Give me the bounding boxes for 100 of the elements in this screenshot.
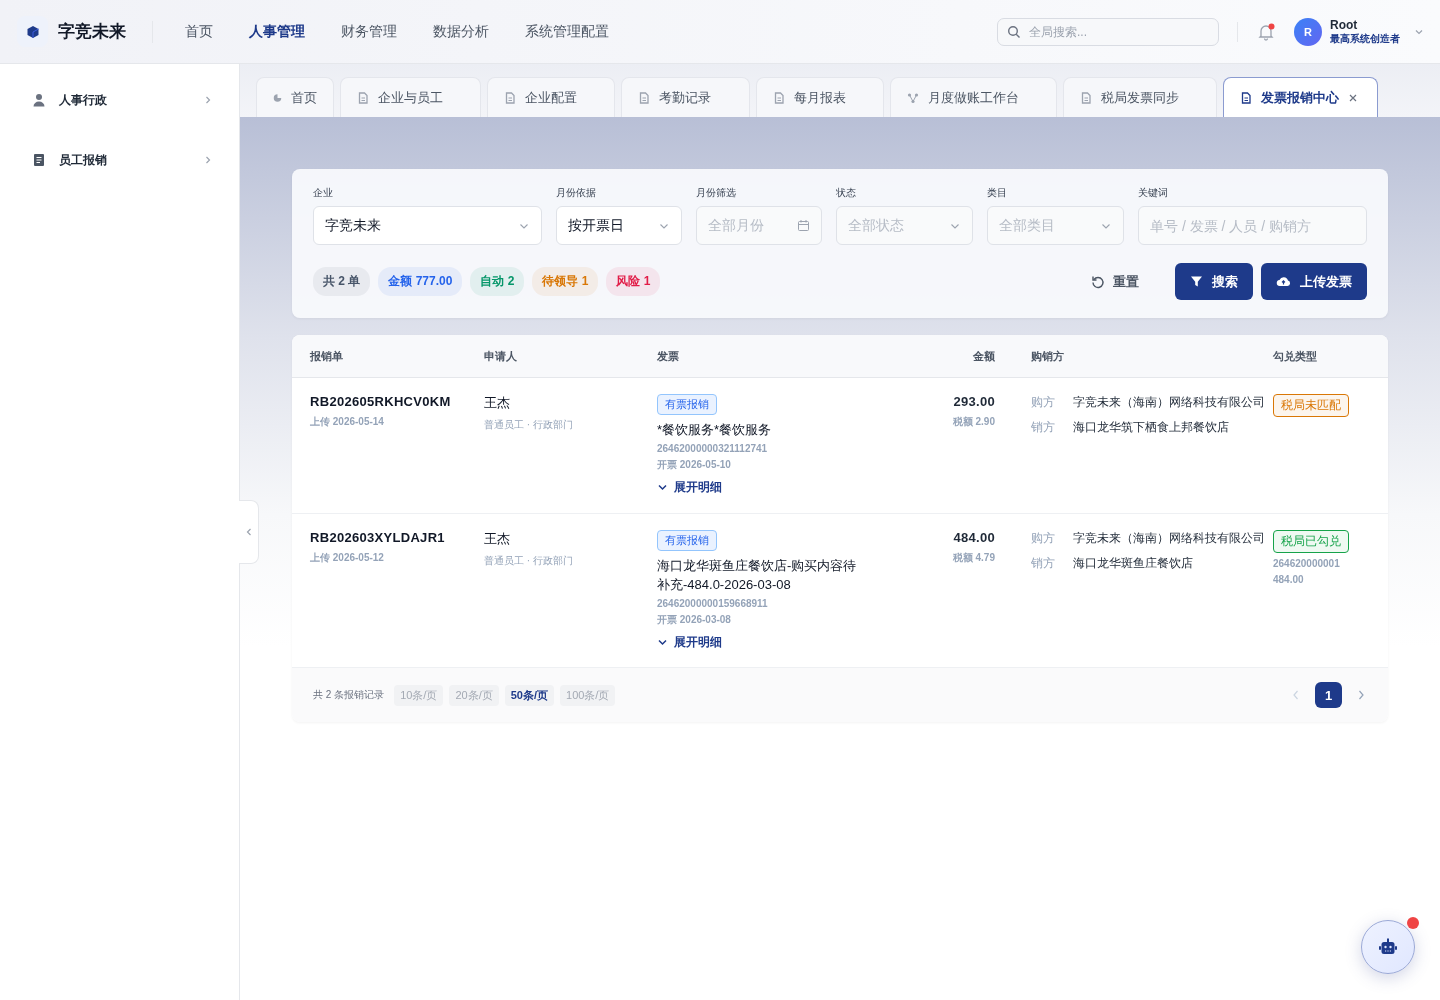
nav-link[interactable]: 财务管理	[323, 22, 415, 41]
invoice-type-tag: 有票报销	[657, 394, 717, 415]
claim-number: RB202603XYLDAJR1	[310, 530, 445, 545]
column-header: 购销方	[1031, 348, 1065, 364]
expand-details-link[interactable]: 展开明细	[657, 479, 722, 496]
tab[interactable]: 企业配置	[487, 77, 615, 117]
party-label: 销方	[1031, 555, 1055, 572]
applicant-role: 普通员工 · 行政部门	[484, 418, 573, 432]
tax-amount: 税额 4.79	[952, 551, 995, 565]
search-button[interactable]: 搜索	[1175, 263, 1253, 300]
upload-date: 上传 2026-05-12	[310, 551, 384, 565]
applicant-name: 王杰	[484, 530, 510, 548]
issue-date: 开票 2026-05-10	[657, 458, 731, 472]
keyword-field[interactable]: 单号 / 发票 / 人员 / 购销方	[1138, 206, 1367, 245]
amount: 484.00	[953, 530, 995, 545]
select-field[interactable]: 按开票日	[556, 206, 682, 245]
match-detail: 264620000001	[1273, 558, 1340, 569]
sidebar-item[interactable]: 员工报销	[0, 142, 239, 178]
match-status-tag: 税局已勾兑	[1273, 530, 1349, 553]
column-header: 发票	[657, 348, 680, 364]
document-icon	[357, 91, 369, 104]
document-icon	[32, 153, 46, 167]
tab[interactable]: 税局发票同步	[1063, 77, 1217, 117]
chevron-left-icon	[244, 527, 253, 537]
nav-link[interactable]: 系统管理配置	[507, 22, 627, 41]
reset-icon	[1091, 274, 1105, 289]
filter-label: 关键词	[1138, 186, 1169, 200]
invoice-number: 26462000000321112741	[657, 443, 768, 454]
filter-label: 月份筛选	[696, 186, 737, 200]
nav-link[interactable]: 首页	[167, 22, 231, 41]
stat-chip: 风险 1	[606, 267, 661, 296]
claim-number: RB202605RKHCV0KM	[310, 394, 451, 409]
collapse-handle[interactable]	[239, 500, 259, 564]
match-detail: 484.00	[1273, 574, 1304, 585]
person-icon	[32, 93, 46, 107]
close-icon[interactable]	[1348, 92, 1358, 103]
filter-label: 月份依据	[556, 186, 597, 200]
column-header: 申请人	[484, 348, 518, 364]
nav-link[interactable]: 人事管理	[231, 22, 323, 41]
filter-label: 状态	[836, 186, 857, 200]
pie-chart-icon	[273, 91, 282, 104]
issue-date: 开票 2026-03-08	[657, 613, 731, 627]
stat-chip: 共 2 单	[313, 267, 371, 296]
stat-chip: 金额 777.00	[378, 267, 463, 296]
document-icon	[1240, 91, 1252, 104]
tab[interactable]: 考勤记录	[621, 77, 750, 117]
party-label: 购方	[1031, 394, 1055, 411]
tab[interactable]: 企业与员工	[340, 77, 481, 117]
party-label: 销方	[1031, 419, 1055, 436]
upload-button[interactable]: 上传发票	[1261, 263, 1367, 300]
cloud-upload-icon	[1276, 275, 1291, 288]
page-button[interactable]: 1	[1315, 682, 1342, 708]
amount: 293.00	[953, 394, 995, 409]
tab[interactable]: 发票报销中心	[1223, 77, 1378, 117]
upload-date: 上传 2026-05-14	[310, 415, 384, 429]
tab[interactable]: 每月报表	[756, 77, 884, 117]
document-icon	[1080, 91, 1092, 104]
tax-amount: 税额 2.90	[952, 415, 995, 429]
stat-chip: 自动 2	[470, 267, 525, 296]
chevron-down-icon	[657, 637, 668, 648]
reset-button[interactable]: 重置	[1085, 271, 1145, 292]
tab[interactable]: 月度做账工作台	[890, 77, 1057, 117]
sidebar-item[interactable]: 人事行政	[0, 82, 239, 118]
chevron-right-icon	[203, 155, 213, 165]
invoice-type-tag: 有票报销	[657, 530, 717, 551]
seller-name: 海口龙华斑鱼庄餐饮店	[1073, 555, 1193, 572]
applicant-role: 普通员工 · 行政部门	[484, 554, 573, 568]
select-field[interactable]: 字竞未来	[313, 206, 542, 245]
user-role: 最高系统创造者	[1330, 31, 1400, 46]
buyer-name: 字竞未来（海南）网络科技有限公司	[1073, 394, 1265, 411]
record-count: 共 2 条报销记录	[313, 688, 385, 702]
user-name: Root	[1330, 17, 1359, 32]
document-icon	[638, 91, 650, 104]
search-field[interactable]: 全局搜索...	[997, 17, 1219, 46]
previous-page-icon[interactable]	[1291, 689, 1301, 701]
nav-link[interactable]: 数据分析	[415, 22, 507, 41]
party-label: 购方	[1031, 530, 1055, 547]
invoice-title: 海口龙华斑鱼庄餐饮店-购买内容待补充-484.0-2026-03-08	[657, 557, 858, 594]
applicant-name: 王杰	[484, 394, 510, 412]
expand-details-link[interactable]: 展开明细	[657, 634, 722, 651]
filter-label: 类目	[987, 186, 1008, 200]
next-page-icon[interactable]	[1356, 689, 1366, 701]
column-header: 报销单	[310, 348, 344, 364]
column-header: 金额	[972, 348, 995, 364]
notification-bell-icon[interactable]	[1256, 21, 1276, 42]
page-size-option[interactable]: 50条/页	[504, 684, 554, 706]
invoice-title: *餐饮服务*餐饮服务	[657, 421, 772, 439]
user-avatar[interactable]: R	[1294, 17, 1322, 46]
nodes-icon	[907, 91, 919, 104]
column-header: 勾兑类型	[1273, 348, 1318, 364]
filter-icon	[1190, 275, 1203, 288]
match-status-tag: 税局未匹配	[1273, 394, 1349, 417]
chevron-down-icon	[657, 482, 668, 493]
search-icon	[1007, 24, 1021, 39]
tab[interactable]: 首页	[256, 77, 334, 117]
document-icon	[773, 91, 785, 104]
document-icon	[504, 91, 516, 104]
calendar-icon	[797, 219, 810, 232]
brand-name: 字竞未来	[58, 21, 126, 43]
chevron-right-icon	[203, 95, 213, 105]
